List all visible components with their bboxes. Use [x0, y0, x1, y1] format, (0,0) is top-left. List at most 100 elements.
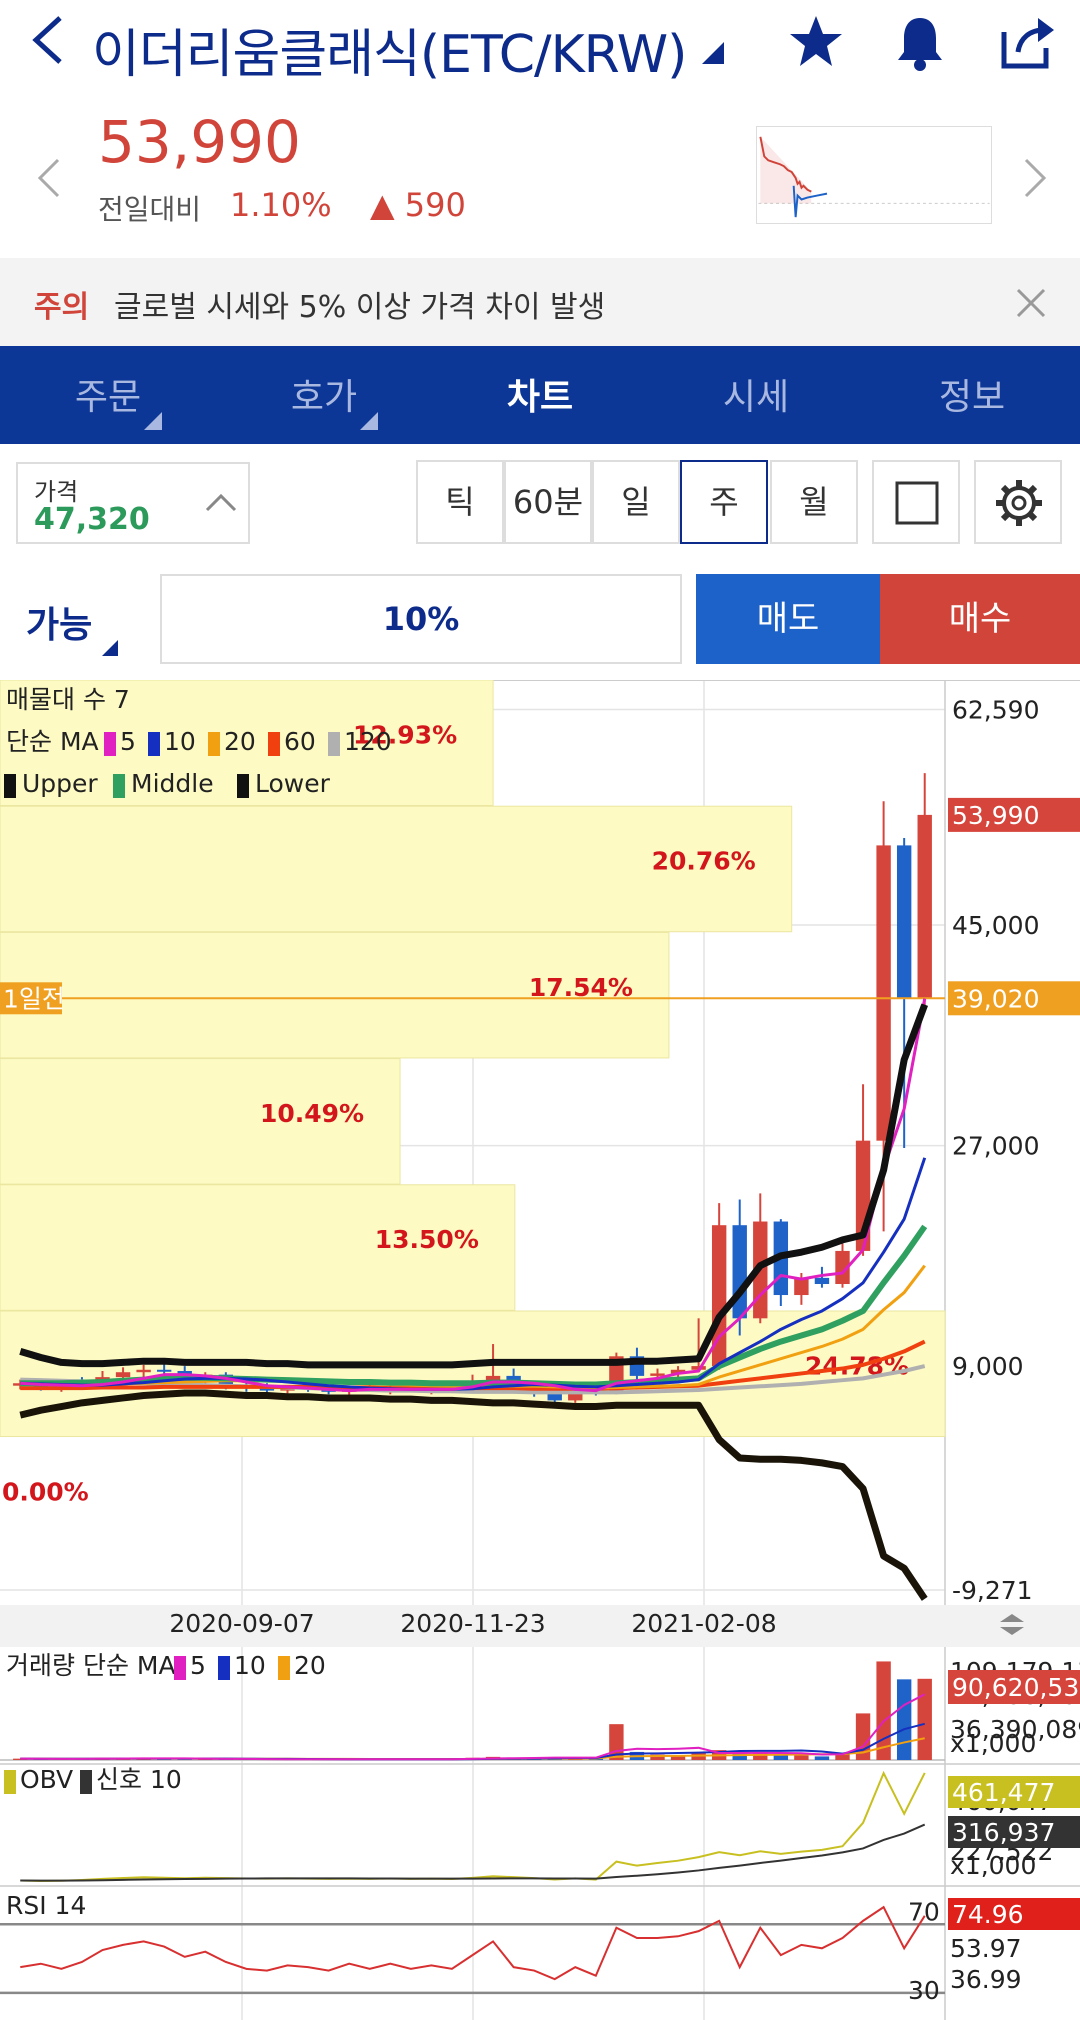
- candle-body: [876, 845, 891, 1141]
- price-selector-value: 47,320: [34, 502, 150, 537]
- legend-swatch: [328, 732, 340, 756]
- date-axis: 2020-09-07 2020-11-23 2021-02-08: [0, 1605, 1080, 1647]
- tab-chart[interactable]: 차트: [432, 368, 648, 420]
- volume-unit: x1,000: [950, 1729, 1036, 1758]
- legend-swatch: [278, 1656, 290, 1680]
- volume-legend-ma: 5: [190, 1651, 206, 1680]
- candle-body: [896, 845, 912, 999]
- chevron-up-icon: [205, 493, 237, 512]
- rsi-tick-label: 53.97: [950, 1934, 1022, 1963]
- price-selector[interactable]: 가격 47,320: [16, 462, 250, 544]
- date-label: 2020-11-23: [400, 1609, 545, 1638]
- change-amount: ▲ 590: [370, 186, 466, 224]
- obv-signal-tag: 316,937: [952, 1818, 1055, 1847]
- period-60min[interactable]: 60분: [504, 460, 592, 544]
- bell-icon[interactable]: [892, 12, 948, 72]
- legend-swatch: [80, 1770, 92, 1794]
- legend-swatch: [4, 774, 16, 798]
- gear-icon: [996, 480, 1042, 526]
- legend-ma-prefix: 단순 MA: [6, 727, 99, 756]
- previous-day-tag: 1일전: [3, 984, 65, 1013]
- change-percent: 1.10%: [230, 186, 332, 224]
- available-dropdown-icon: [102, 640, 118, 656]
- warning-text: 글로벌 시세와 5% 이상 가격 차이 발생: [114, 290, 606, 325]
- period-month[interactable]: 월: [770, 460, 858, 544]
- candle-body: [732, 1225, 747, 1319]
- previous-price-tag: 39,020: [952, 984, 1039, 1013]
- tab-market[interactable]: 시세: [648, 368, 864, 420]
- warning-label: 주의: [34, 290, 90, 325]
- legend-swatch: [4, 1770, 16, 1794]
- tab-order-dropdown-icon: [144, 412, 162, 430]
- candle-body: [156, 1369, 172, 1372]
- volume-bar: [814, 1756, 830, 1760]
- tab-orderbook[interactable]: 호가: [216, 368, 432, 420]
- legend-swatch: [237, 774, 249, 798]
- legend-swatch: [174, 1656, 186, 1680]
- obv-signal-legend: 신호 10: [96, 1765, 182, 1794]
- rsi-level-30: 30: [908, 1976, 940, 2005]
- close-icon[interactable]: [1014, 286, 1048, 320]
- available-selector[interactable]: 가능: [26, 596, 92, 648]
- period-tick[interactable]: 틱: [416, 460, 504, 544]
- period-week[interactable]: 주: [680, 460, 768, 544]
- legend-band-label: Middle: [131, 769, 214, 798]
- rsi-tick-label: 36.99: [950, 1965, 1022, 1994]
- legend-volume-profile: 매물대 수 7: [6, 685, 130, 714]
- rsi-level-70: 70: [908, 1897, 940, 1926]
- period-day[interactable]: 일: [592, 460, 680, 544]
- volume-legend-ma: 10: [234, 1651, 266, 1680]
- quantity-percent-field[interactable]: 10%: [160, 574, 682, 664]
- price-chart[interactable]: 12.93%20.76%17.54%10.49%13.50%24.78%0.00…: [0, 680, 1080, 2020]
- fullscreen-button[interactable]: [872, 460, 960, 544]
- legend-band-label: Lower: [255, 769, 331, 798]
- volume-profile-label: 10.49%: [260, 1099, 364, 1128]
- candle-body: [136, 1369, 151, 1373]
- warning-notice: 주의 글로벌 시세와 5% 이상 가격 차이 발생: [0, 258, 1080, 346]
- back-icon[interactable]: [26, 10, 70, 70]
- sell-button[interactable]: 매도: [696, 574, 880, 664]
- price-tick-label: 9,000: [952, 1352, 1024, 1381]
- candle-body: [814, 1277, 830, 1285]
- tab-order[interactable]: 주문: [0, 368, 216, 420]
- title-dropdown-icon[interactable]: [700, 40, 724, 64]
- candle-body: [115, 1372, 131, 1378]
- rsi-tag: 74.96: [952, 1900, 1024, 1929]
- current-price-tag: 53,990: [952, 801, 1039, 830]
- buy-button[interactable]: 매수: [880, 574, 1080, 664]
- change-label: 전일대비: [98, 193, 202, 226]
- chart-settings-button[interactable]: [974, 460, 1062, 544]
- obv-unit: x1,000: [950, 1851, 1036, 1880]
- legend-swatch: [104, 732, 116, 756]
- next-coin-icon[interactable]: [1020, 156, 1050, 200]
- date-label: 2020-09-07: [169, 1609, 314, 1638]
- volume-bar: [917, 1678, 932, 1760]
- legend-swatch: [218, 1656, 230, 1680]
- price-tick-label: 62,590: [952, 696, 1039, 725]
- price-tick-label: -9,271: [952, 1576, 1033, 1605]
- prev-coin-icon[interactable]: [34, 156, 64, 200]
- current-price: 53,990: [98, 108, 301, 176]
- star-icon[interactable]: [786, 12, 846, 72]
- legend-ma-label: 20: [224, 727, 256, 756]
- volume-tag: 90,620,531: [952, 1673, 1080, 1702]
- share-icon[interactable]: [996, 12, 1056, 72]
- volume-bar: [896, 1679, 912, 1760]
- page-title: 이더리움클래식(ETC/KRW): [92, 25, 687, 85]
- legend-swatch: [208, 732, 220, 756]
- price-tick-label: 45,000: [952, 911, 1039, 940]
- square-icon: [895, 481, 939, 525]
- obv-tag: 461,477: [952, 1778, 1055, 1807]
- volume-profile-label: 20.76%: [652, 847, 756, 876]
- tab-info[interactable]: 정보: [864, 368, 1080, 420]
- main-tabs: 주문 호가 차트 시세 정보: [0, 346, 1080, 444]
- legend-ma-label: 60: [284, 727, 316, 756]
- sparkline-chart[interactable]: [756, 126, 992, 224]
- tab-orderbook-dropdown-icon: [360, 412, 378, 430]
- legend-swatch: [113, 774, 125, 798]
- rsi-legend: RSI 14: [6, 1891, 86, 1920]
- legend-ma-label: 120: [344, 727, 392, 756]
- volume-bar: [794, 1755, 809, 1760]
- candle-body: [650, 1373, 665, 1376]
- legend-band-label: Upper: [22, 769, 98, 798]
